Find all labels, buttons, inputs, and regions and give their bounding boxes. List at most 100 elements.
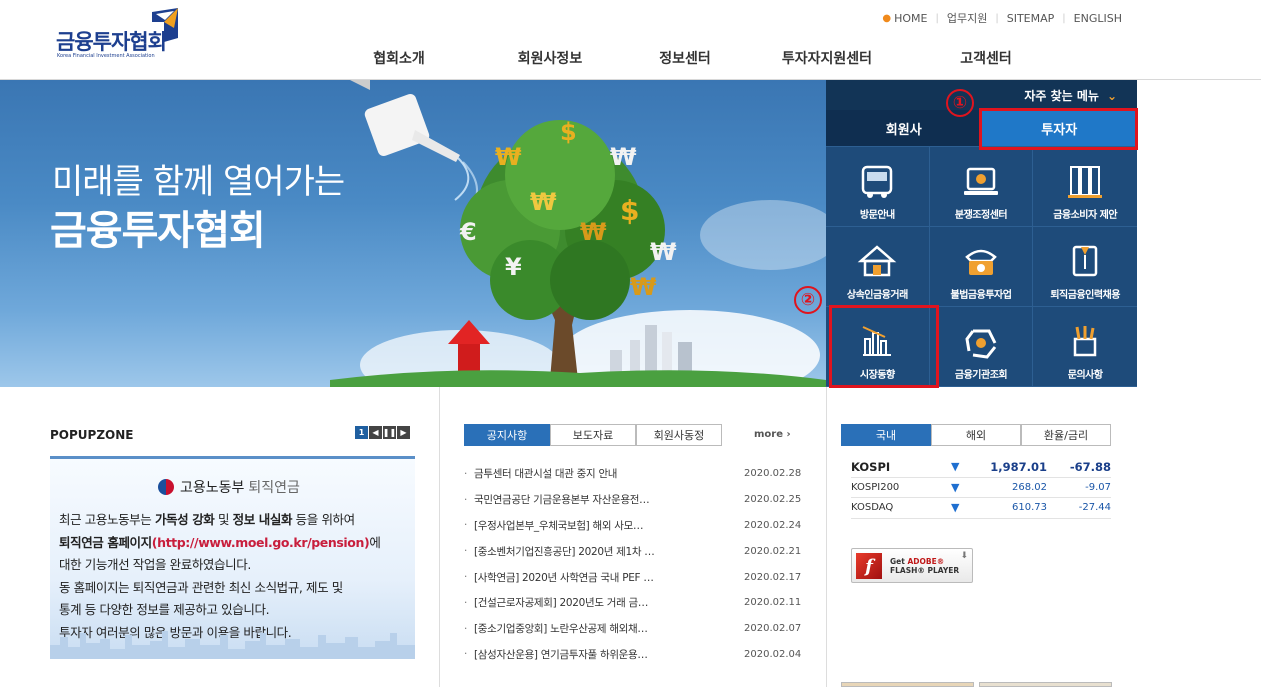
popupzone-title: POPUPZONE bbox=[50, 428, 134, 442]
quick-item-inheritance[interactable]: 상속인금융거래 bbox=[826, 227, 930, 307]
bus-icon bbox=[862, 165, 893, 198]
more-link[interactable]: more › bbox=[754, 429, 791, 440]
svg-text:¥: ¥ bbox=[505, 253, 522, 281]
hero-banner: 미래를 함께 열어가는 금융투자협회 ₩ ₩ $ $ ₩ ₩ ¥ ₩ € ₩ bbox=[0, 80, 826, 387]
quick-item-consumer-proposal[interactable]: 금융소비자 제안 bbox=[1033, 147, 1137, 227]
more-label: more bbox=[754, 429, 784, 440]
quick-item-illegal-finance[interactable]: 불법금융투자업 bbox=[929, 227, 1034, 307]
popupzone: POPUPZONE 1 ◀ ❚❚ ▶ 고용노동부 퇴직연금 최근 고용노동부는 … bbox=[50, 424, 415, 659]
bullet: · bbox=[464, 467, 468, 480]
get-flash-player-button[interactable]: f Get ADOBE® FLASH® PLAYER ⬇ bbox=[851, 548, 973, 583]
tab-notice[interactable]: 공지사항 bbox=[464, 424, 550, 446]
flash-logo-icon: f bbox=[856, 553, 882, 579]
binders-icon bbox=[1068, 166, 1103, 198]
tab-exchange-rate[interactable]: 환율/금리 bbox=[1021, 424, 1111, 446]
svg-text:$: $ bbox=[560, 118, 577, 146]
popup-text: 통계 등 다양한 정보를 제공하고 있습니다. bbox=[59, 602, 270, 617]
nav-member-info[interactable]: 회원사정보 bbox=[458, 48, 642, 68]
nav-investor-support[interactable]: 투자자지원센터 bbox=[728, 48, 926, 68]
list-item[interactable]: · [사학연금] 2020년 사학연금 국내 PEF … 2020.02.17 bbox=[464, 564, 801, 590]
util-sitemap-link[interactable]: SITEMAP bbox=[1007, 12, 1055, 25]
quick-item-dispute-center[interactable]: 분쟁조정센터 bbox=[929, 147, 1034, 227]
popup-banner[interactable]: 고용노동부 퇴직연금 최근 고용노동부는 가독성 강화 및 정보 내실화 등을 … bbox=[50, 456, 415, 659]
svg-text:€: € bbox=[459, 218, 477, 246]
quick-item-retired-hiring[interactable]: 퇴직금융인력채용 bbox=[1033, 227, 1137, 307]
pause-icon[interactable]: ❚❚ bbox=[383, 426, 396, 439]
svg-text:₩: ₩ bbox=[495, 143, 522, 171]
util-english-link[interactable]: ENGLISH bbox=[1074, 12, 1122, 25]
popup-text: 에 bbox=[369, 534, 381, 550]
annotation-marker-2: ② bbox=[794, 286, 822, 314]
list-item[interactable]: · [건설근로자공제회] 2020년도 거래 금… 2020.02.11 bbox=[464, 590, 801, 616]
chevron-right-icon: › bbox=[786, 429, 791, 440]
index-name: KOSPI bbox=[851, 459, 891, 474]
notice-date: 2020.02.04 bbox=[744, 648, 802, 660]
quick-item-inquiry[interactable]: 문의사항 bbox=[1033, 307, 1137, 387]
svg-text:₩: ₩ bbox=[580, 218, 607, 246]
recycle-arrows-icon bbox=[965, 329, 997, 359]
quick-item-institution-lookup[interactable]: 금융기관조회 bbox=[929, 307, 1034, 387]
popup-text-bold: 퇴직연금 홈페이지 bbox=[59, 534, 152, 550]
market-tabs: 국내 해외 환율/금리 bbox=[841, 424, 1111, 446]
flash-text: Get ADOBE® FLASH® PLAYER bbox=[890, 557, 959, 575]
nav-about[interactable]: 협회소개 bbox=[340, 48, 458, 68]
notice-title: [사학연금] 2020년 사학연금 국내 PEF … bbox=[473, 571, 654, 584]
popup-text: 및 bbox=[214, 512, 233, 527]
svg-text:₩: ₩ bbox=[650, 238, 677, 266]
highlight-box-market-trend bbox=[829, 305, 939, 388]
logo-subtitle: Korea Financial Investment Association bbox=[57, 53, 155, 59]
notice-list: · 금투센터 대관시설 대관 중지 안내 2020.02.28 · 국민연금공단 기금… bbox=[464, 461, 802, 668]
notice-title: [건설근로자공제회] 2020년도 거래 금… bbox=[473, 597, 649, 610]
site-header: 금융투자협회 Korea Financial Investment Associ… bbox=[0, 0, 1261, 80]
index-value: 268.02 bbox=[1012, 481, 1047, 493]
quick-item-visit-guide[interactable]: 방문안내 bbox=[826, 147, 930, 227]
bullet: · bbox=[464, 622, 468, 635]
arrow-down-icon: ▼ bbox=[951, 501, 960, 515]
list-item[interactable]: · 금투센터 대관시설 대관 중지 안내 2020.02.28 bbox=[464, 461, 802, 487]
tab-member-news[interactable]: 회원사동정 bbox=[636, 424, 722, 446]
next-icon[interactable]: ▶ bbox=[397, 426, 410, 439]
util-home-link[interactable]: HOME bbox=[894, 12, 927, 25]
tab-overseas[interactable]: 해외 bbox=[931, 424, 1021, 446]
quick-item-label: 상속인금융거래 bbox=[846, 290, 908, 301]
index-value: 1,987.01 bbox=[990, 459, 1047, 474]
site-logo[interactable]: 금융투자협회 Korea Financial Investment Associ… bbox=[56, 8, 186, 64]
bullet: · bbox=[464, 648, 468, 661]
notice-date: 2020.02.28 bbox=[744, 468, 802, 480]
list-item[interactable]: · [중소기업중앙회] 노란우산공제 해외채… 2020.02.07 bbox=[464, 616, 802, 642]
quick-item-label: 문의사항 bbox=[1067, 370, 1103, 381]
notice-date: 2020.02.25 bbox=[744, 494, 802, 506]
logo-text: 금융투자협회 bbox=[56, 30, 167, 54]
quick-menu-header[interactable]: 자주 찾는 메뉴 ⌄ bbox=[826, 80, 1137, 110]
divider: | bbox=[995, 12, 999, 24]
utility-nav: ● HOME | 업무지원 | SITEMAP | ENGLISH bbox=[882, 10, 1122, 26]
util-business-support-link[interactable]: 업무지원 bbox=[947, 10, 987, 26]
banner-thumbnail[interactable] bbox=[979, 682, 1112, 687]
divider: | bbox=[1062, 12, 1066, 24]
divider: | bbox=[935, 12, 939, 24]
download-arrow-icon: ⬇ bbox=[960, 551, 968, 561]
banner-thumbnail[interactable] bbox=[841, 682, 974, 687]
divider bbox=[826, 387, 827, 687]
list-item[interactable]: · [우정사업본부_우체국보험] 해외 사모… 2020.02.24 bbox=[464, 513, 801, 539]
list-item[interactable]: · [삼성자산운용] 연기금투자풀 하위운용… 2020.02.04 bbox=[464, 642, 802, 668]
notice-date: 2020.02.21 bbox=[744, 545, 802, 557]
divider bbox=[439, 387, 440, 687]
ministry-header: 고용노동부 퇴직연금 bbox=[158, 477, 300, 497]
quick-item-label: 금융기관조회 bbox=[954, 370, 1008, 381]
tab-domestic[interactable]: 국내 bbox=[841, 424, 931, 446]
house-icon bbox=[858, 245, 897, 277]
prev-icon[interactable]: ◀ bbox=[369, 426, 382, 439]
market-index-panel: 국내 해외 환율/금리 KOSPI ▼ 1,987.01 -67.88 KOSPI20… bbox=[841, 424, 1111, 519]
nav-info-center[interactable]: 정보센터 bbox=[642, 48, 728, 68]
notice-date: 2020.02.07 bbox=[744, 623, 802, 635]
popup-text: 등을 위하여 bbox=[292, 512, 355, 527]
nav-customer-center[interactable]: 고객센터 bbox=[926, 48, 1046, 68]
list-item[interactable]: · 국민연금공단 기금운용본부 자산운용전… 2020.02.25 bbox=[464, 487, 802, 513]
tab-press[interactable]: 보도자료 bbox=[550, 424, 636, 446]
main-nav: 협회소개 회원사정보 정보센터 투자자지원센터 고객센터 bbox=[340, 48, 1046, 68]
bullet: · bbox=[464, 596, 468, 609]
notice-title: [중소기업중앙회] 노란우산공제 해외채… bbox=[473, 623, 648, 636]
list-item[interactable]: · [중소벤처기업진흥공단] 2020년 제1차 … 2020.02.21 bbox=[464, 538, 802, 564]
index-change: -67.88 bbox=[1069, 459, 1111, 474]
